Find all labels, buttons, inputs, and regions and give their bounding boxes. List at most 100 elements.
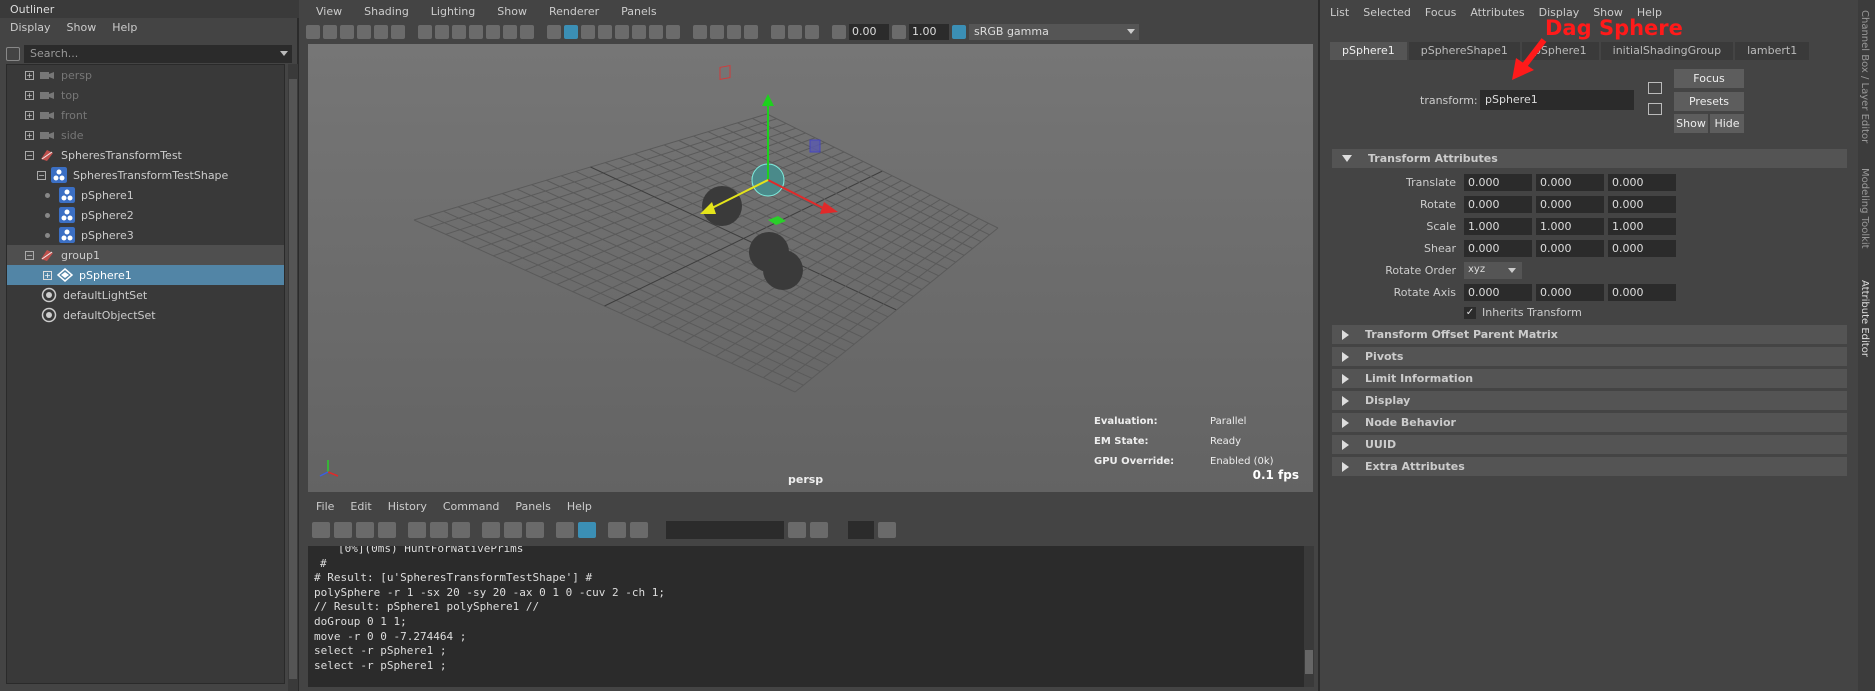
ae-menu-attributes[interactable]: Attributes — [1470, 6, 1524, 19]
tab-psphereshape1[interactable]: pSphereShape1 — [1408, 42, 1520, 60]
shear-xy-field[interactable]: 0.000 — [1464, 239, 1532, 257]
ae-menu-selected[interactable]: Selected — [1363, 6, 1411, 19]
source-script-icon[interactable] — [334, 522, 352, 538]
expand-icon[interactable]: + — [25, 70, 34, 80]
outliner-menu-show[interactable]: Show — [67, 21, 97, 35]
section-extra-attributes[interactable]: Extra Attributes — [1332, 457, 1847, 476]
viewport-canvas[interactable]: Evaluation: Parallel EM State: Ready GPU O… — [308, 44, 1313, 492]
rotate-axis-z-field[interactable]: 0.000 — [1608, 283, 1676, 301]
select-camera-icon[interactable] — [306, 25, 320, 39]
translate-x-field[interactable]: 0.000 — [1464, 173, 1532, 191]
default-material-icon[interactable] — [581, 25, 595, 39]
rotate-z-field[interactable]: 0.000 — [1608, 195, 1676, 213]
xray-icon[interactable] — [615, 25, 629, 39]
rotate-y-field[interactable]: 0.000 — [1536, 195, 1604, 213]
rotate-x-field[interactable]: 0.000 — [1464, 195, 1532, 213]
rotate-axis-x-field[interactable]: 0.000 — [1464, 283, 1532, 301]
expand-icon[interactable]: + — [25, 90, 34, 100]
open-script-icon[interactable] — [312, 522, 330, 538]
scale-x-field[interactable]: 1.000 — [1464, 217, 1532, 235]
transform-name-field[interactable]: pSphere1 — [1480, 90, 1634, 110]
ae-menu-focus[interactable]: Focus — [1425, 6, 1456, 19]
show-input-icon[interactable] — [504, 522, 522, 538]
clear-history-icon[interactable] — [408, 522, 426, 538]
clear-input-icon[interactable] — [430, 522, 448, 538]
save-to-shelf-icon[interactable] — [378, 522, 396, 538]
tab-channel-box[interactable]: Channel Box / Layer Editor — [1859, 10, 1870, 143]
collapse-icon[interactable]: − — [25, 150, 34, 160]
goto-line-input[interactable] — [848, 521, 874, 539]
script-menu-file[interactable]: File — [316, 500, 334, 513]
tab-lambert1[interactable]: lambert1 — [1735, 42, 1810, 60]
save-script-icon[interactable] — [356, 522, 374, 538]
tree-row-persp[interactable]: + persp — [7, 65, 284, 85]
collapse-icon[interactable]: − — [37, 170, 46, 180]
section-node-behavior[interactable]: Node Behavior — [1332, 413, 1847, 432]
script-menu-command[interactable]: Command — [443, 500, 500, 513]
hide-button[interactable]: Hide — [1710, 114, 1744, 133]
anti-aliasing-icon[interactable] — [727, 25, 741, 39]
lights-icon[interactable] — [649, 25, 663, 39]
script-menu-help[interactable]: Help — [567, 500, 592, 513]
outliner-menu-display[interactable]: Display — [10, 21, 51, 35]
outliner-search-input[interactable]: Search... — [24, 45, 292, 63]
expand-icon[interactable]: + — [43, 270, 52, 280]
script-output-scrollbar[interactable] — [1304, 546, 1314, 687]
resolution-gate-icon[interactable] — [452, 25, 466, 39]
execute-all-icon[interactable] — [608, 522, 626, 538]
tree-row-top[interactable]: + top — [7, 85, 284, 105]
chevron-down-icon[interactable] — [280, 51, 288, 56]
collapse-icon[interactable]: − — [25, 250, 34, 260]
gate-mask-icon[interactable] — [469, 25, 483, 39]
show-button[interactable]: Show — [1674, 114, 1708, 133]
focus-button[interactable]: Focus — [1674, 69, 1744, 88]
translate-z-field[interactable]: 0.000 — [1608, 173, 1676, 191]
search-icon[interactable] — [788, 522, 806, 538]
script-menu-edit[interactable]: Edit — [350, 500, 371, 513]
script-output[interactable]: [0%](0ms) HuntForNativePrims # # Result:… — [308, 546, 1305, 687]
tab-psphere1[interactable]: pSphere1 — [1330, 42, 1407, 60]
focus-output-icon[interactable] — [1648, 103, 1662, 115]
search-next-icon[interactable] — [810, 522, 828, 538]
smooth-shade-icon[interactable] — [564, 25, 578, 39]
presets-button[interactable]: Presets — [1674, 92, 1744, 111]
tree-row-side[interactable]: + side — [7, 125, 284, 145]
tree-row-psphere1[interactable]: pSphere1 — [7, 185, 284, 205]
tree-row-psphere2[interactable]: pSphere2 — [7, 205, 284, 225]
twod-pan-icon[interactable] — [374, 25, 388, 39]
section-offset-parent-matrix[interactable]: Transform Offset Parent Matrix — [1332, 325, 1847, 344]
textured-icon[interactable] — [632, 25, 646, 39]
tab-initial-shading-group[interactable]: initialShadingGroup — [1600, 42, 1734, 60]
tree-row-default-light-set[interactable]: defaultLightSet — [7, 285, 284, 305]
script-menu-panels[interactable]: Panels — [515, 500, 550, 513]
gamma-icon[interactable] — [892, 25, 906, 39]
camera-attributes-icon[interactable] — [323, 25, 337, 39]
tree-row-default-object-set[interactable]: defaultObjectSet — [7, 305, 284, 325]
wireframe-icon[interactable] — [547, 25, 561, 39]
show-history-icon[interactable] — [482, 522, 500, 538]
shear-xz-field[interactable]: 0.000 — [1536, 239, 1604, 257]
image-plane-icon[interactable] — [357, 25, 371, 39]
wireframe-on-shaded-icon[interactable] — [598, 25, 612, 39]
grease-pencil-icon[interactable] — [391, 25, 405, 39]
scale-y-field[interactable]: 1.000 — [1536, 217, 1604, 235]
gamma-field[interactable]: 1.00 — [909, 24, 949, 40]
tree-row-spheres-transform-test[interactable]: − SpheresTransformTest — [7, 145, 284, 165]
tab-modeling-toolkit[interactable]: Modeling Toolkit — [1859, 168, 1870, 249]
translate-y-field[interactable]: 0.000 — [1536, 173, 1604, 191]
bookmark-icon[interactable] — [340, 25, 354, 39]
color-management-icon[interactable] — [952, 25, 966, 39]
exposure-field[interactable]: 0.00 — [849, 24, 889, 40]
echo-commands-icon[interactable] — [556, 522, 574, 538]
section-transform-attributes[interactable]: Transform Attributes — [1332, 149, 1847, 168]
viewport-menu-renderer[interactable]: Renderer — [549, 5, 599, 18]
line-numbers-icon[interactable] — [578, 522, 596, 538]
scroll-thumb[interactable] — [289, 79, 297, 679]
rotate-order-dropdown[interactable]: xyz — [1464, 261, 1522, 279]
film-gate-icon[interactable] — [435, 25, 449, 39]
script-search-input[interactable] — [666, 521, 784, 539]
depth-of-field-icon[interactable] — [744, 25, 758, 39]
tree-row-psphere3[interactable]: pSphere3 — [7, 225, 284, 245]
ambient-occlusion-icon[interactable] — [693, 25, 707, 39]
isolate-select-icon[interactable] — [771, 25, 785, 39]
